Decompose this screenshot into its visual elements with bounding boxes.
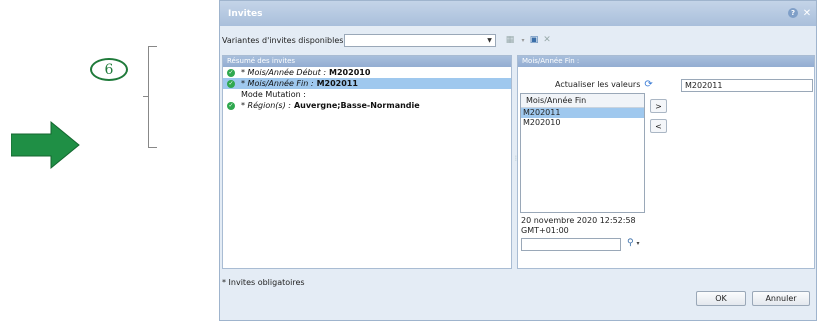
chevron-down-icon[interactable]: ▼ — [485, 36, 494, 45]
step-number: 6 — [104, 61, 114, 78]
refresh-date-text: 20 novembre 2020 12:52:58 — [521, 216, 636, 225]
variants-dropdown[interactable]: ▼ — [344, 34, 496, 47]
variants-row: Variantes d'invites disponibles ▼ ▦ ▾ ▣ … — [220, 26, 816, 56]
prompt-label: Mode Mutation : — [241, 90, 306, 99]
close-icon[interactable]: ✕ — [802, 8, 812, 19]
binoculars-search-icon[interactable]: ⚲ ▾ — [627, 238, 639, 248]
dialog-title: Invites — [228, 8, 263, 19]
prompt-value: Auvergne;Basse-Normandie — [293, 101, 420, 110]
variants-label: Variantes d'invites disponibles — [222, 36, 344, 45]
check-icon: ✓ — [227, 101, 235, 110]
refresh-date: 20 novembre 2020 12:52:58 GMT+01:00 — [521, 216, 636, 236]
value-list-body: M202011 M202010 — [521, 108, 644, 128]
selected-values-box[interactable]: M202011 — [681, 79, 813, 92]
bracket-annotation — [148, 46, 158, 148]
list-column-header: Mois/Année Fin — [521, 94, 644, 108]
prompt-row[interactable]: ✓ * Mois/Année Fin : M202011 — [223, 78, 511, 89]
refresh-values-button[interactable]: Actualiser les valeurs ⟳ — [555, 79, 653, 90]
dialog-titlebar: Invites ? ✕ — [220, 1, 816, 26]
prompts-dialog: Invites ? ✕ Variantes d'invites disponib… — [219, 0, 817, 321]
blank-status-icon — [227, 91, 235, 99]
check-icon: ✓ — [227, 79, 235, 88]
summary-header: Résumé des invites — [223, 56, 511, 67]
mandatory-footnote: * Invites obligatoires — [222, 278, 305, 287]
refresh-values-label: Actualiser les valeurs — [555, 80, 641, 89]
search-input[interactable] — [521, 238, 621, 251]
prompt-label: * Mois/Année Début : — [241, 68, 327, 77]
cancel-button[interactable]: Annuler — [752, 291, 810, 306]
refresh-icon[interactable]: ⟳ — [644, 79, 652, 90]
detail-header: Mois/Année Fin : — [518, 56, 814, 67]
prompt-row[interactable]: ✓ * Mois/Année Début : M202010 — [223, 67, 511, 78]
help-icon[interactable]: ? — [788, 8, 798, 18]
available-values-list[interactable]: Mois/Année Fin M202011 M202010 — [520, 93, 645, 213]
prompt-row[interactable]: Mode Mutation : — [223, 89, 511, 100]
step-number-badge: 6 — [90, 58, 128, 81]
selected-value: M202011 — [685, 81, 723, 90]
list-item[interactable]: M202011 — [521, 108, 644, 118]
ok-button[interactable]: OK — [696, 291, 746, 306]
save-variant-icon[interactable]: ▣ — [528, 34, 540, 46]
variant-table-icon[interactable]: ▦ — [504, 34, 516, 46]
prompt-label: * Région(s) : — [241, 101, 291, 110]
list-item[interactable]: M202010 — [521, 118, 644, 128]
prompt-label: * Mois/Année Fin : — [241, 79, 314, 88]
refresh-timezone-text: GMT+01:00 — [521, 226, 569, 235]
green-arrow-icon — [11, 120, 80, 170]
prompt-value: M202010 — [329, 68, 371, 77]
prompt-value: M202011 — [316, 79, 358, 88]
bracket-pointer — [143, 96, 149, 97]
prompt-list: ✓ * Mois/Année Début : M202010 ✓ * Mois/Anné… — [223, 67, 511, 111]
prompt-detail-panel: Mois/Année Fin : Actualiser les valeurs … — [517, 55, 815, 269]
prompt-summary-panel: Résumé des invites ✓ * Mois/Année Début :… — [222, 55, 512, 269]
screenshot-stage: 6 Invites ? ✕ Variantes d'invites dispon… — [0, 0, 817, 321]
remove-value-button[interactable]: < — [650, 119, 667, 133]
delete-variant-icon[interactable]: ✕ — [541, 34, 553, 46]
add-value-button[interactable]: > — [650, 99, 667, 113]
prompt-row[interactable]: ✓ * Région(s) : Auvergne;Basse-Normandie — [223, 100, 511, 111]
check-icon: ✓ — [227, 68, 235, 77]
